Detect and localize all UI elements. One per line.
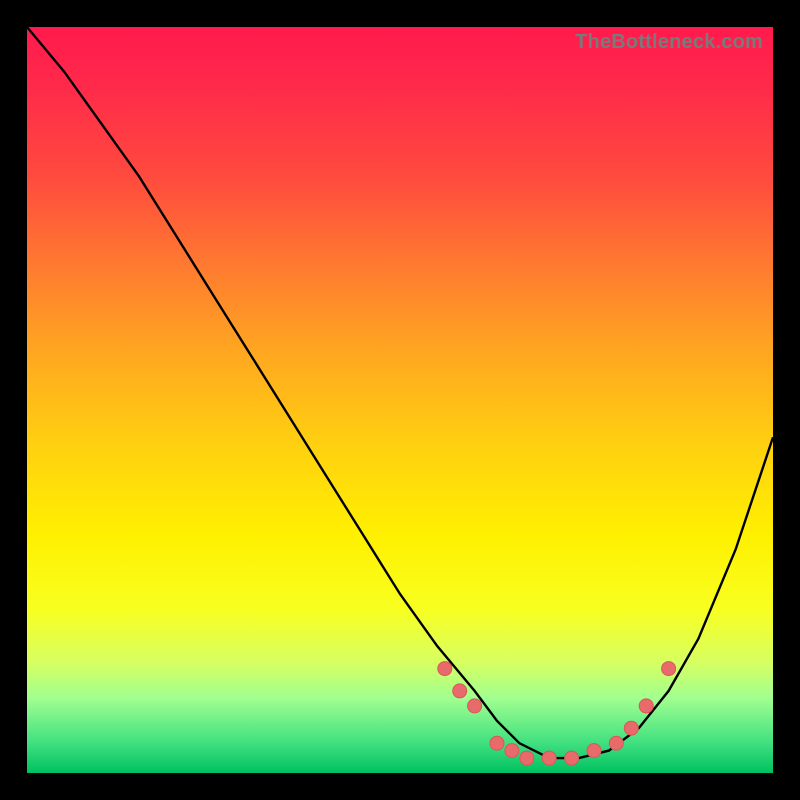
data-markers [438, 662, 676, 766]
chart-svg [27, 27, 773, 773]
bottleneck-curve [27, 27, 773, 758]
plot-area: TheBottleneck.com [27, 27, 773, 773]
data-point [490, 736, 504, 750]
data-point [542, 751, 556, 765]
data-point [520, 751, 534, 765]
data-point [639, 699, 653, 713]
data-point [453, 684, 467, 698]
data-point [587, 744, 601, 758]
data-point [438, 662, 452, 676]
data-point [662, 662, 676, 676]
data-point [505, 744, 519, 758]
data-point [565, 751, 579, 765]
data-point [624, 721, 638, 735]
data-point [468, 699, 482, 713]
data-point [609, 736, 623, 750]
chart-stage: TheBottleneck.com [0, 0, 800, 800]
